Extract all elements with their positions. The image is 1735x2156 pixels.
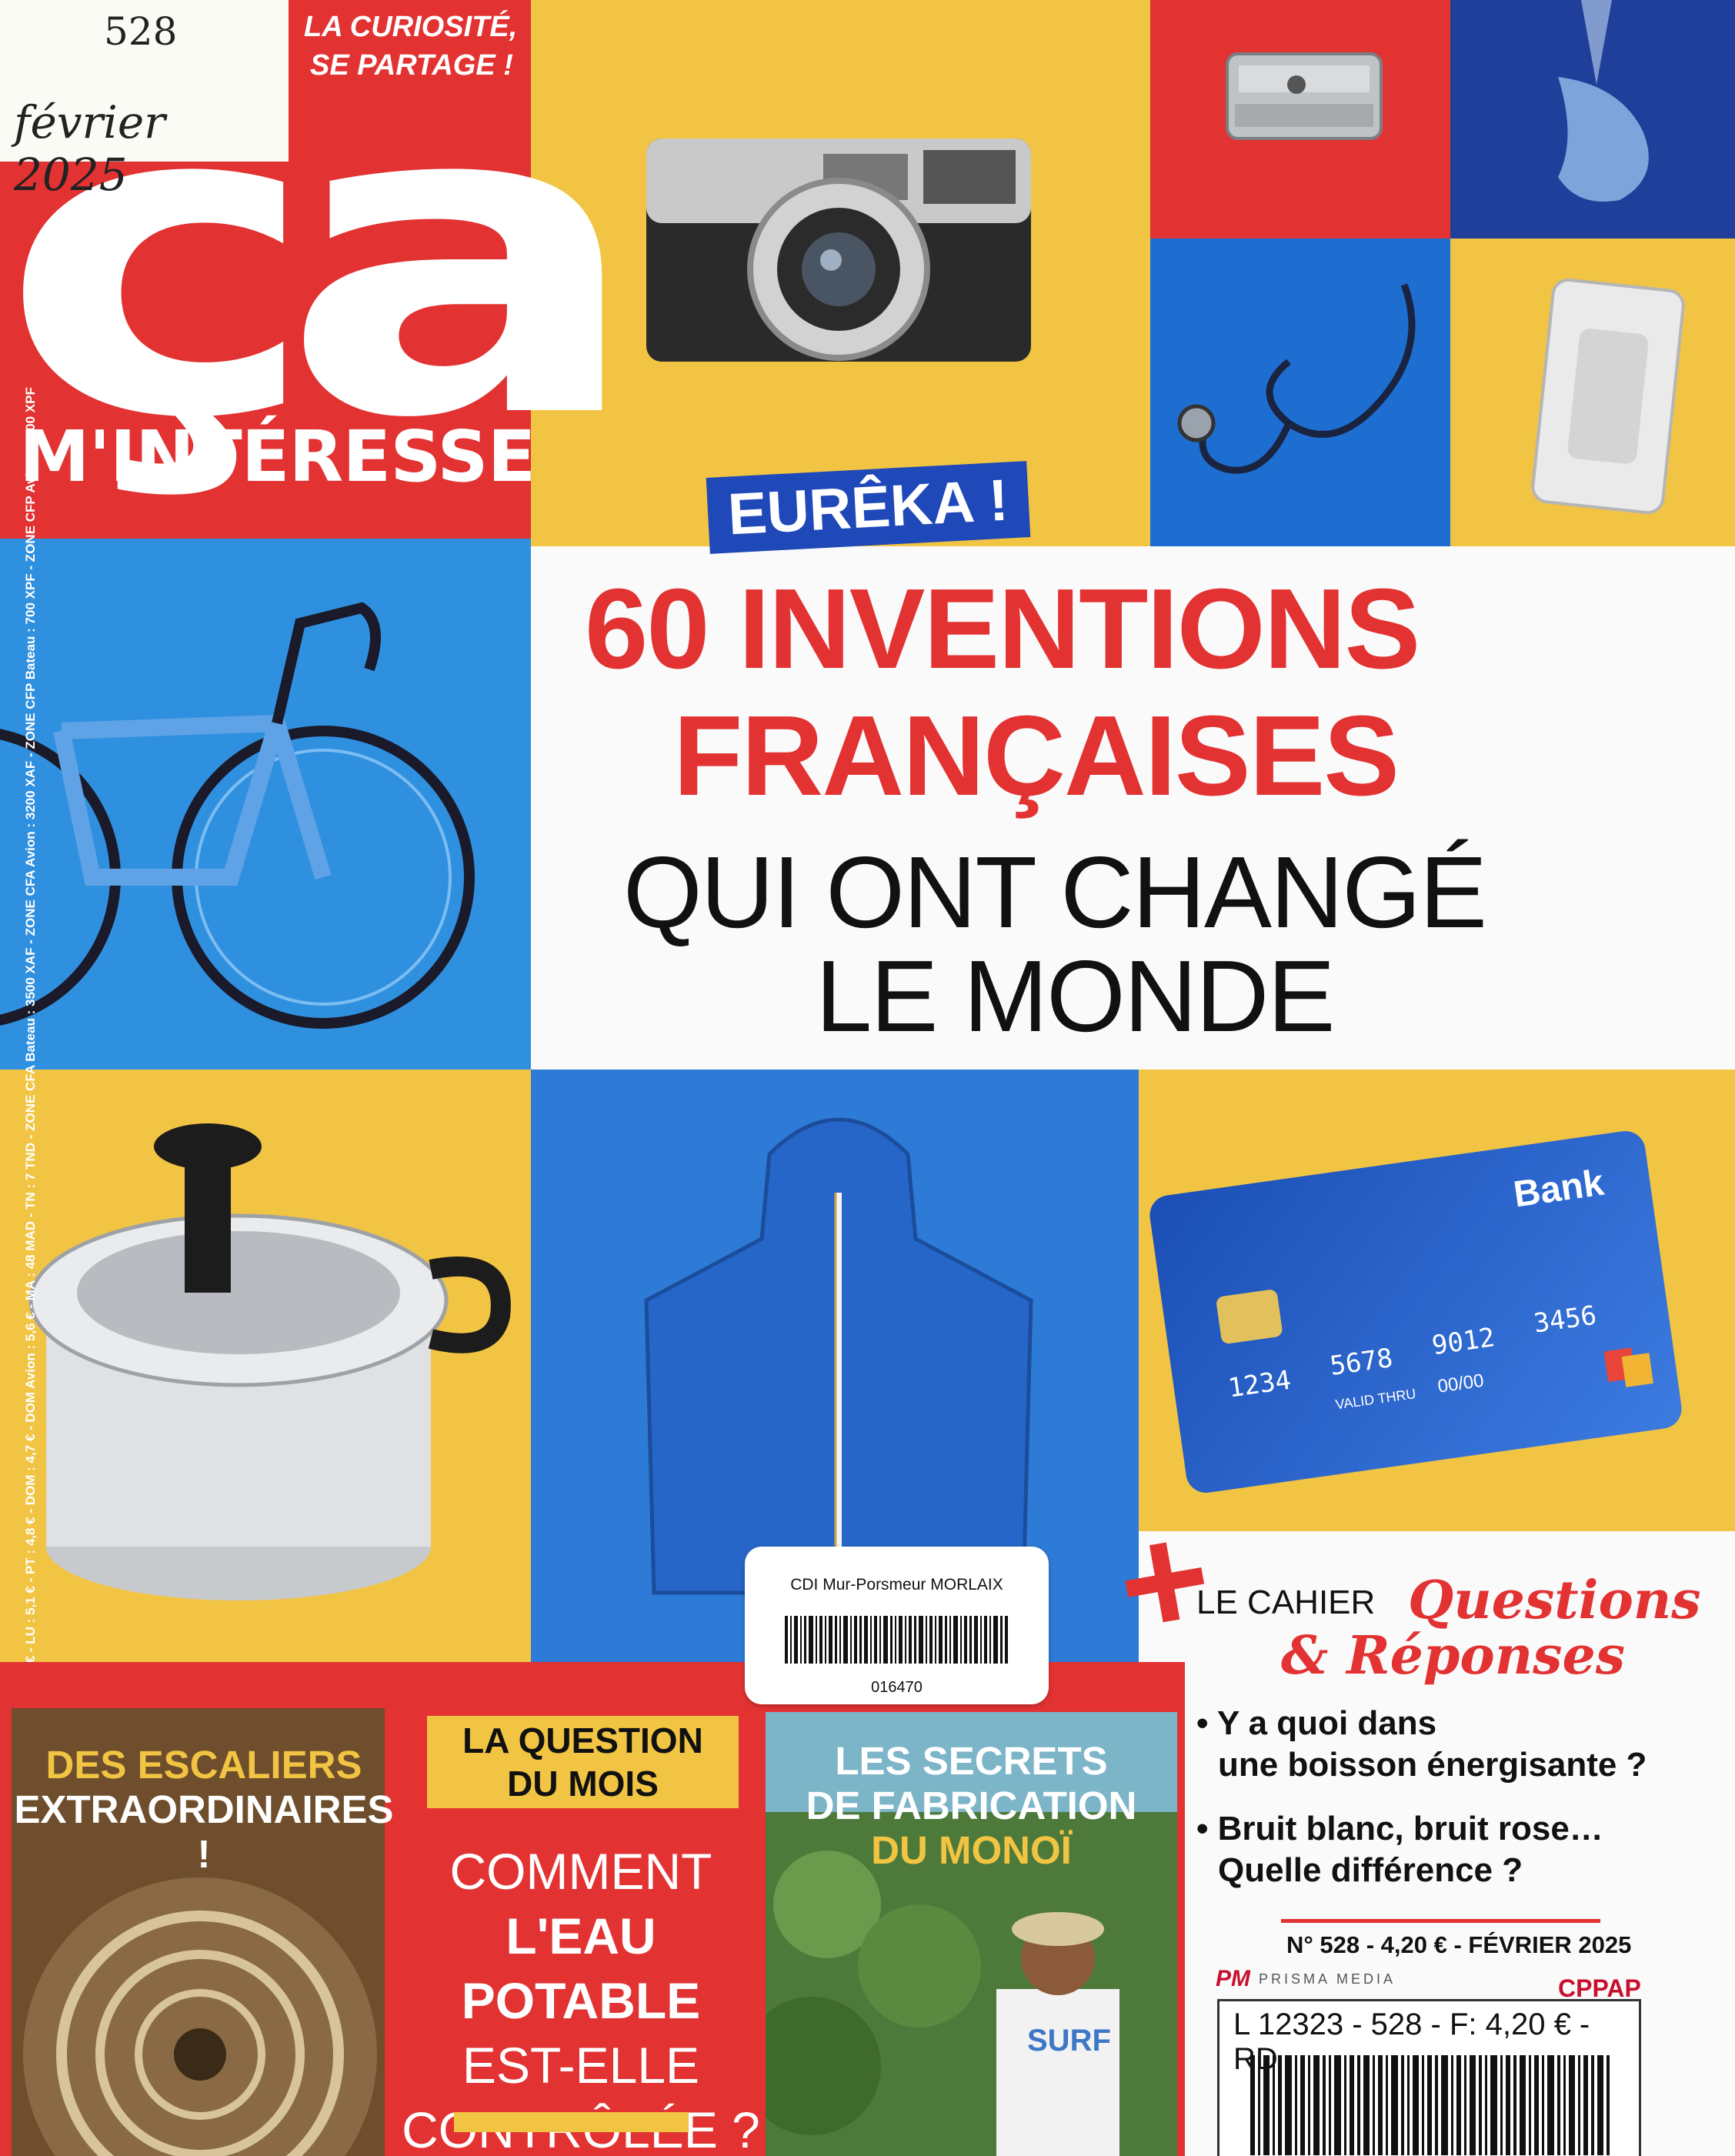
- handwritten-number: 528: [104, 9, 178, 54]
- bonus-lead: LE CAHIER: [1196, 1584, 1376, 1621]
- stairs-title: DES ESCALIERS EXTRAORDINAIRES !: [12, 1743, 396, 1877]
- library-sticker: CDI Mur-Porsmeur MORLAIX 016470: [745, 1547, 1049, 1704]
- question-text: COMMENT L'EAU POTABLE EST-ELLE CONTRÔLÉE…: [400, 1839, 762, 2156]
- chip-icon: [1215, 1288, 1283, 1345]
- pressure-cooker-icon: [28, 1123, 511, 1600]
- card-number-1: 1234: [1226, 1364, 1293, 1404]
- card-bank-name: Bank: [1511, 1162, 1607, 1216]
- pencil-sharpener-icon: [1226, 52, 1383, 140]
- card-number-3: 9012: [1430, 1322, 1497, 1362]
- monoi-title-line-1: LES SECRETS: [835, 1739, 1108, 1783]
- bonus-bullet-1-line-1: • Y a quoi dans: [1196, 1704, 1437, 1742]
- bonus-title-2: & Réponses: [1281, 1625, 1626, 1687]
- publisher-name: PRISMA MEDIA: [1259, 1971, 1396, 1987]
- plastic-tray-icon: [1531, 278, 1685, 515]
- question-badge-line-1: LA QUESTION: [462, 1720, 703, 1761]
- stairs-title-line-1: DES ESCALIERS: [45, 1743, 362, 1787]
- shirt-text: SURF: [1027, 2024, 1111, 2058]
- tagline: LA CURIOSITÉ, SE PARTAGE !: [304, 8, 517, 85]
- bicycle-tile: [0, 539, 531, 1070]
- bank-card-tile: Bank 1234 5678 9012 3456 VALID THRU 00/0…: [1139, 1070, 1735, 1531]
- stethoscope-tile: [1150, 239, 1450, 546]
- bonus-bullet-2-line-2: Quelle différence ?: [1218, 1851, 1523, 1889]
- headline-line-2: FRANÇAISES: [673, 693, 1400, 819]
- issue-info: N° 528 - 4,20 € - FÉVRIER 2025: [1286, 1931, 1632, 1958]
- ean-barcode-box: L 12323 - 528 - F: 4,20 € - RD: [1217, 1999, 1641, 2156]
- stethoscope-icon: [1177, 283, 1416, 474]
- card-number-4: 3456: [1531, 1300, 1599, 1340]
- question-badge: LA QUESTION DU MOIS: [427, 1716, 739, 1808]
- card-valid-label: VALID THRU: [1334, 1386, 1417, 1413]
- handwritten-date: février 2025: [14, 96, 165, 201]
- headline-line-3: QUI ONT CHANGÉ: [623, 836, 1487, 949]
- publisher-logo: PM: [1216, 1966, 1250, 1991]
- bonus-bullet-1: • Y a quoi dans une boisson énergisante …: [1196, 1703, 1647, 1786]
- bonus-bullet-2-line-1: • Bruit blanc, bruit rose…: [1196, 1810, 1603, 1847]
- question-line-1: COMMENT: [449, 1843, 712, 1900]
- yogurt-mold-tile: [1450, 239, 1735, 546]
- monoi-title-line-3: DU MONOÏ: [871, 1828, 1072, 1872]
- monoi-title-line-2: DE FABRICATION: [806, 1784, 1137, 1827]
- library-name: CDI Mur-Porsmeur MORLAIX: [790, 1576, 1003, 1594]
- handwritten-sticker: 528 février 2025: [0, 0, 289, 201]
- tagline-line-2: SE PARTAGE !: [310, 49, 513, 82]
- question-line-2: L'EAU POTABLE: [461, 1907, 701, 2029]
- headline-line-1: 60 INVENTIONS: [585, 566, 1420, 693]
- question-badge-line-2: DU MOIS: [507, 1764, 659, 1804]
- bicycle-icon: [0, 602, 475, 1029]
- effervescent-tablet-tile: [1450, 0, 1735, 239]
- bonus-bullet-1-line-2: une boisson énergisante ?: [1218, 1746, 1647, 1784]
- kicker-badge: EURÊKA !: [706, 461, 1030, 554]
- card-valid-value: 00/00: [1436, 1370, 1486, 1397]
- camera-icon: [646, 139, 1031, 362]
- card-logo-icon-2: [1621, 1353, 1653, 1387]
- logo-subtitle: M'INTÉRESSE: [19, 416, 536, 498]
- monoi-title: LES SECRETS DE FABRICATION DU MONOÏ: [766, 1739, 1177, 1873]
- library-barcode: [785, 1616, 1008, 1664]
- tagline-line-1: LA CURIOSITÉ,: [304, 11, 518, 43]
- library-number: 016470: [871, 1679, 923, 1696]
- bonus-bullet-2: • Bruit blanc, bruit rose… Quelle différ…: [1196, 1808, 1603, 1891]
- water-drop-icon: [1558, 0, 1649, 202]
- stairs-title-line-2: EXTRAORDINAIRES !: [14, 1787, 394, 1876]
- card-number-2: 5678: [1328, 1342, 1395, 1382]
- bonus-title-1: Questions: [1408, 1570, 1701, 1631]
- issue-divider: [1281, 1919, 1600, 1923]
- pressure-cooker-tile: [0, 1070, 531, 1662]
- stairs-panel: DES ESCALIERS EXTRAORDINAIRES !: [12, 1708, 394, 2156]
- yellow-rule: [454, 2112, 689, 2132]
- pencil-sharpener-tile: [1150, 0, 1450, 239]
- magazine-cover: Bank 1234 5678 9012 3456 VALID THRU 00/0…: [0, 0, 1735, 2156]
- monoi-panel: SURF LES SECRETS DE FABRICATION DU MONOÏ: [766, 1712, 1177, 2156]
- question-line-3: EST-ELLE: [462, 2037, 700, 2094]
- bank-card: Bank 1234 5678 9012 3456 VALID THRU 00/0…: [1147, 1128, 1684, 1496]
- headline-line-4: LE MONDE: [816, 939, 1335, 1053]
- ean-barcode: [1250, 2055, 1610, 2155]
